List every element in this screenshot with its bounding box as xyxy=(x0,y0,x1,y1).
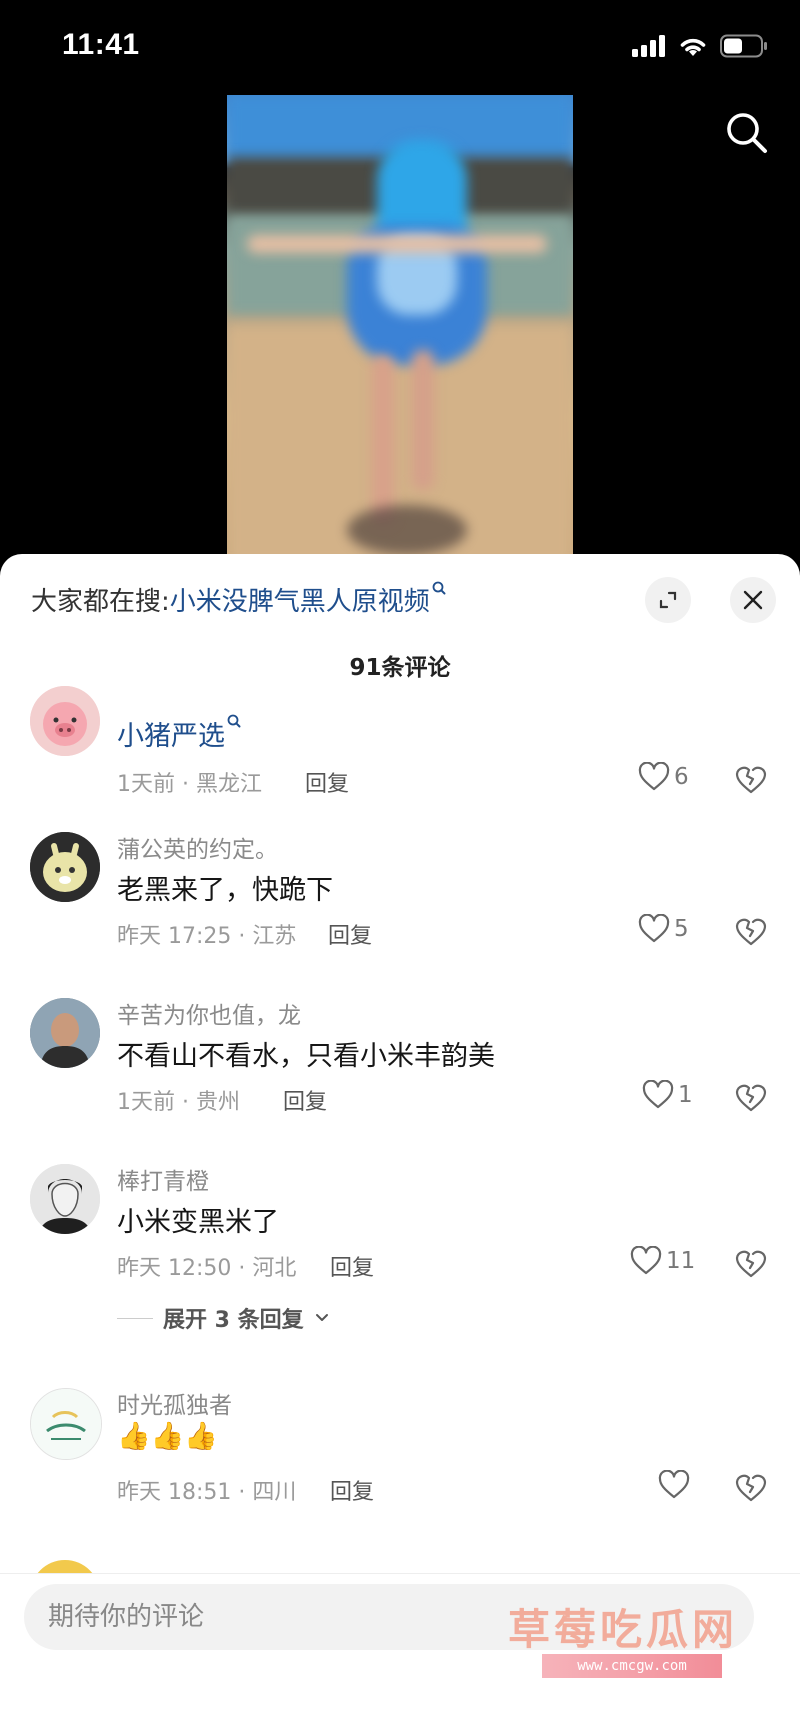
status-bar: 11:41 xyxy=(0,0,800,95)
comment-text: 不看山不看水，只看小米丰韵美 xyxy=(117,1041,495,1072)
comment-author[interactable]: 蒲公英的约定。 xyxy=(117,830,278,864)
comment-author[interactable]: 时光孤独者 xyxy=(117,1386,232,1420)
wifi-icon xyxy=(680,38,706,56)
avatar[interactable] xyxy=(30,1164,100,1234)
landscape-avatar-icon xyxy=(31,1389,101,1459)
comment-meta: 1天前 · 黑龙江 xyxy=(117,772,262,797)
search-small-icon xyxy=(227,714,241,728)
avatar[interactable] xyxy=(30,832,100,902)
panel-header: 大家都在搜:小米没脾气黑人原视频 xyxy=(0,554,800,634)
comment-author[interactable]: 小猪严选 xyxy=(117,714,241,753)
heart-icon xyxy=(630,1246,662,1275)
comment-panel: 大家都在搜:小米没脾气黑人原视频 91条评论 小猪严选 1天前 · 黑龙江 回复… xyxy=(0,554,800,1731)
avatar[interactable] xyxy=(30,1388,102,1460)
comment-author[interactable]: 辛苦为你也值，龙 xyxy=(117,996,301,1030)
expand-replies-button[interactable]: 展开 3 条回复 xyxy=(117,1302,330,1334)
watermark: 草莓吃瓜网 xyxy=(508,1605,739,1654)
broken-heart-icon[interactable] xyxy=(734,762,768,796)
comment-meta: 昨天 12:50 · 河北 xyxy=(117,1256,297,1281)
comment-text: 老黑来了，快跪下 xyxy=(117,875,333,906)
heart-icon xyxy=(658,1470,690,1499)
like-count: 5 xyxy=(674,916,689,942)
like-button[interactable] xyxy=(658,1470,690,1500)
heart-icon xyxy=(642,1080,674,1109)
signal-icon xyxy=(632,35,665,57)
reply-button[interactable]: 回复 xyxy=(305,766,349,798)
comment-input-bar: 草莓吃瓜网 www.cmcgw.com xyxy=(0,1573,800,1731)
like-button[interactable]: 1 xyxy=(642,1080,693,1110)
hot-search-query[interactable]: 小米没脾气黑人原视频 xyxy=(170,587,430,617)
comment-meta: 昨天 17:25 · 江苏 xyxy=(117,924,297,949)
status-time: 11:41 xyxy=(62,28,140,61)
search-button[interactable] xyxy=(724,110,770,156)
broken-heart-icon[interactable] xyxy=(734,1080,768,1114)
like-button[interactable]: 11 xyxy=(630,1246,695,1276)
reply-button[interactable]: 回复 xyxy=(330,1474,374,1506)
reply-button[interactable]: 回复 xyxy=(330,1250,374,1282)
watermark-url: www.cmcgw.com xyxy=(542,1654,722,1678)
search-small-icon xyxy=(432,581,446,595)
status-icons xyxy=(632,34,768,58)
close-icon xyxy=(743,590,763,610)
comment-text: 小米变黑米了 xyxy=(117,1207,279,1238)
broken-heart-icon[interactable] xyxy=(734,1246,768,1280)
hot-search[interactable]: 大家都在搜:小米没脾气黑人原视频 xyxy=(31,581,446,618)
avatar[interactable] xyxy=(30,686,100,756)
reply-button[interactable]: 回复 xyxy=(283,1084,327,1116)
like-count: 1 xyxy=(678,1082,693,1108)
like-count: 11 xyxy=(666,1248,696,1274)
reply-button[interactable]: 回复 xyxy=(328,918,372,950)
battery-icon xyxy=(720,34,767,58)
video-thumbnail[interactable] xyxy=(227,95,573,555)
expand-panel-button[interactable] xyxy=(645,577,691,623)
broken-heart-icon[interactable] xyxy=(734,914,768,948)
heart-icon xyxy=(638,762,670,791)
chevron-down-icon xyxy=(315,1314,328,1321)
divider-line xyxy=(117,1317,153,1319)
comment-count: 91条评论 xyxy=(349,655,451,681)
sketch-avatar-icon xyxy=(30,1164,100,1234)
avatar[interactable] xyxy=(30,998,100,1068)
expand-icon xyxy=(659,591,677,609)
photo-avatar-icon xyxy=(30,998,100,1068)
comment-meta: 昨天 18:51 · 四川 xyxy=(117,1480,297,1505)
cartoon-avatar-icon xyxy=(30,832,100,902)
hot-search-prefix: 大家都在搜: xyxy=(31,587,170,617)
search-icon xyxy=(727,113,767,153)
comment-text: 👍👍👍 xyxy=(117,1421,218,1452)
like-button[interactable]: 6 xyxy=(638,762,689,792)
heart-icon xyxy=(638,914,670,943)
comment-meta: 1天前 · 贵州 xyxy=(117,1090,240,1115)
close-panel-button[interactable] xyxy=(730,577,776,623)
like-button[interactable]: 5 xyxy=(638,914,689,944)
expand-replies-label: 展开 3 条回复 xyxy=(163,1308,304,1333)
pig-avatar-icon xyxy=(30,686,100,756)
video-player[interactable] xyxy=(0,95,800,555)
like-count: 6 xyxy=(674,764,689,790)
comment-author[interactable]: 棒打青橙 xyxy=(117,1162,209,1196)
broken-heart-icon[interactable] xyxy=(734,1470,768,1504)
